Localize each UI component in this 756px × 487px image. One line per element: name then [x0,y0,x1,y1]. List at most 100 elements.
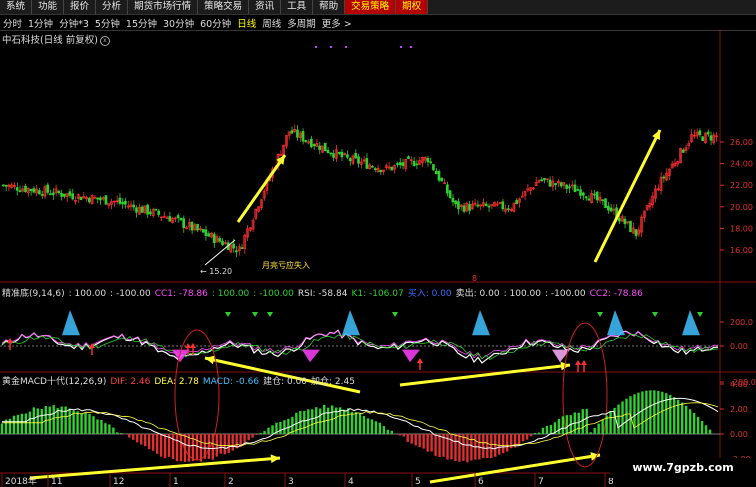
candle-body-211 [587,198,591,201]
candle-body-207 [576,189,580,191]
candle-body-255 [709,135,713,141]
candle-body-155 [432,164,435,171]
candle-body-43 [121,201,124,205]
ind1-value-10: : -100.00 [544,289,586,299]
candle-body-83 [232,243,235,249]
ind2-value-0: DIF: 2.46 [110,377,151,387]
highlight-ellipse-2 [562,322,608,468]
low-pointer [204,239,236,266]
candle-body-50 [140,206,144,213]
marker-dot-1 [330,46,332,48]
date-label-10: 8 [608,477,614,487]
arrow-ind-1-shaft [399,363,571,387]
candle-body-203 [565,184,568,189]
marker-dot-3 [400,46,402,48]
candle-body-21 [60,192,63,197]
date-label-2: 12 [113,477,124,487]
indicator1-label: 精准底(9,14,6): 100.00: -100.00 CC1: -78.86:… [2,286,647,299]
candle-body-109 [304,140,308,142]
candle-body-162 [451,197,455,203]
candle-body-0 [1,184,5,187]
candle-body-182 [507,208,510,211]
candle-body-70 [196,224,199,231]
price-label-4: 18.00 [730,224,753,233]
candle-body-68 [190,221,194,231]
arrow-up-2-shaft [593,129,662,263]
candle-body-228 [634,229,638,237]
candle-body-168 [468,204,471,211]
price-label-0: 26.00 [730,138,753,147]
ind2-axis-label-2: 0.00 [730,430,748,439]
ind1-fill-1 [342,310,360,336]
marker-dot-0 [315,46,317,48]
candle-body-14 [40,194,44,196]
buy-arrow-5-head [575,360,581,365]
ind1-value-5: RSI: -58.84 [297,289,348,299]
price-label-2: 22.00 [730,181,753,190]
candle-body-164 [457,201,460,210]
candle-body-174 [484,203,488,206]
price-label-5: 16.00 [730,246,753,255]
candle-body-218 [606,205,610,211]
candle-body-73 [204,229,208,236]
ind1-value-6: K1: -106.07 [351,289,404,299]
candle-body-64 [179,217,183,221]
candle-body-206 [573,184,577,193]
date-label-3: 1 [173,477,179,487]
candle-body-142 [396,163,399,165]
candle-body-251 [698,130,702,136]
candle-body-18 [51,192,55,196]
candle-body-10 [29,188,33,192]
candle-body-144 [401,162,405,167]
watermark: www.7gpzb.com [610,458,756,478]
candle-body-201 [559,182,563,187]
candle-body-185 [515,200,519,204]
candle-body-35 [99,197,102,201]
candle-body-74 [207,233,210,237]
ind2-name: 黄金MACD十代(12,26,9) [2,377,107,387]
candle-body-55 [154,208,158,211]
ind2-axis-label-1: 2.00 [730,405,748,414]
ind1-name: 精准底(9,14,6) [2,289,65,299]
candle-body-20 [57,190,61,194]
ind2-value-4: 加仓: 2.45 [311,377,355,387]
candle-body-42 [118,197,122,204]
candle-body-16 [46,184,50,193]
candle-body-166 [462,205,466,212]
date-label-0: 2018年 [5,475,37,487]
ind1-fill-2 [472,310,490,336]
ind1-value-0: : 100.00 [68,289,107,299]
candle-body-52 [146,204,149,215]
date-label-4: 2 [228,477,234,487]
candle-body-111 [309,138,313,148]
candle-body-112 [312,144,316,147]
candle-body-122 [340,151,344,158]
candle-body-13 [38,190,41,195]
candle-body-127 [354,153,358,159]
candle-body-59 [165,217,169,220]
low-price-label: ← 15.20 [200,267,232,276]
candle-body-157 [437,171,441,181]
candle-body-118 [329,152,333,155]
candle-body-11 [32,188,36,193]
marker-dot-2 [345,46,347,48]
candle-body-5 [15,187,19,191]
ind1-value-11: CC2: -78.86 [589,289,643,299]
candle-body-219 [609,207,613,212]
annotation-text: 月亮亏应失入 [262,260,310,270]
candle-body-24 [68,191,72,196]
candle-body-224 [623,218,627,225]
ind1-fill-0 [62,310,80,336]
candle-body-44 [124,200,127,205]
candle-body-79 [221,240,224,246]
candle-body-25 [71,193,75,200]
candle-body-149 [415,163,419,166]
candle-body-1 [4,184,8,187]
buy-arrow-6-head [581,360,587,365]
ind2-axis-label-0: 4.00 [730,380,748,389]
chart-canvas[interactable]: 26.0024.0022.0020.0018.0016.00← 15.20月亮亏… [0,0,756,487]
buy-arrow-3-head [190,343,196,348]
candle-body-108 [301,131,305,142]
candle-body-195 [543,178,546,181]
indicator2-label: 黄金MACD十代(12,26,9) DIF: 2.46 DEA: 2.78 MACD:… [2,374,359,387]
